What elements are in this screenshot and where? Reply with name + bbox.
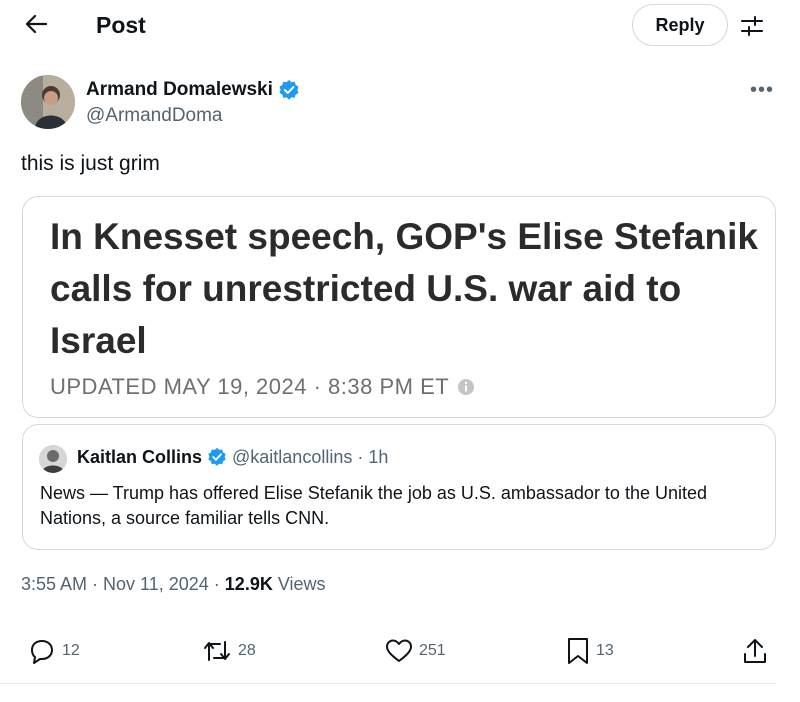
card-headline: In Knesset speech, GOP's Elise Stefanik … (50, 216, 758, 361)
card-updated: UPDATED MAY 19, 2024 · 8:38 PM ET (50, 373, 475, 401)
bookmark-action[interactable]: 13 (566, 632, 614, 670)
quoted-handle: @kaitlancollins (232, 447, 353, 467)
repost-icon (204, 641, 230, 661)
verified-badge-icon (279, 80, 299, 100)
divider (0, 683, 776, 684)
post-meta: 3:55 AM · Nov 11, 2024 · 12.9K Views (21, 572, 326, 596)
avatar-image (21, 75, 75, 129)
quoted-name: Kaitlan Collins (77, 447, 203, 467)
back-arrow-icon (25, 14, 47, 34)
action-bar: 12 28 251 13 (0, 632, 800, 670)
like-icon (386, 639, 412, 662)
quoted-time: · 1h (357, 447, 389, 467)
post-header: Post Reply (0, 0, 800, 50)
views-label: Views (277, 574, 326, 594)
like-count: 251 (419, 642, 446, 659)
author-name[interactable]: Armand Domalewski (86, 78, 300, 102)
author-avatar[interactable] (21, 75, 75, 129)
reply-action[interactable]: 12 (28, 632, 80, 670)
share-action[interactable] (742, 632, 768, 670)
quoted-text: News — Trump has offered Elise Stefanik … (40, 483, 708, 528)
info-icon (458, 379, 475, 395)
reply-icon (31, 640, 53, 664)
verified-badge-icon (208, 447, 226, 466)
post-time[interactable]: 3:55 AM (21, 572, 87, 596)
post-date[interactable]: Nov 11, 2024 (103, 572, 209, 596)
settings-sliders-icon (741, 16, 763, 36)
article-image-card[interactable]: In Knesset speech, GOP's Elise Stefanik … (22, 196, 776, 418)
meta-separator: · (92, 574, 99, 594)
like-action[interactable]: 251 (385, 632, 446, 670)
card-updated-text: UPDATED MAY 19, 2024 · 8:38 PM ET (50, 374, 450, 399)
page-title: Post (96, 12, 146, 38)
reply-count: 12 (62, 642, 80, 659)
views-count: 12.9K (224, 574, 273, 594)
bookmark-count: 13 (596, 642, 614, 659)
tweet-text: this is just grim (21, 152, 160, 175)
quoted-avatar (39, 445, 67, 473)
bookmark-icon (568, 638, 588, 664)
meta-separator: · (213, 574, 220, 594)
quoted-tweet[interactable]: Kaitlan Collins @kaitlancollins · 1h New… (22, 424, 776, 550)
settings-button[interactable] (738, 12, 766, 40)
more-options-icon[interactable]: ••• (750, 80, 774, 100)
repost-action[interactable]: 28 (202, 632, 256, 670)
share-icon (744, 639, 766, 663)
author-name-text: Armand Domalewski (86, 79, 273, 100)
back-button[interactable] (22, 10, 50, 38)
reply-button[interactable]: Reply (632, 4, 728, 46)
repost-count: 28 (238, 642, 256, 659)
author-handle[interactable]: @ArmandDoma (86, 104, 223, 128)
quoted-header: Kaitlan Collins @kaitlancollins · 1h (77, 445, 388, 469)
